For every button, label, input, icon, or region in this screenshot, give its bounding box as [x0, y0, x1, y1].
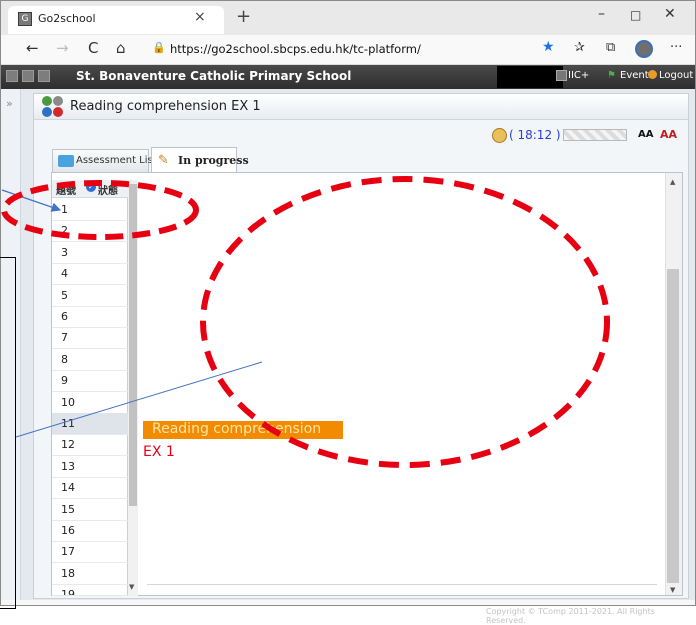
- scroll-down-icon[interactable]: ▼: [670, 586, 675, 594]
- pencil-icon: ✎: [158, 153, 169, 168]
- expand-icon[interactable]: »: [6, 97, 13, 110]
- logout-icon: [648, 70, 657, 79]
- question-row[interactable]: 9: [52, 370, 128, 393]
- forward-arrow-icon[interactable]: →: [56, 39, 69, 57]
- question-row[interactable]: 2: [52, 220, 128, 243]
- logo-icon: [6, 70, 18, 82]
- question-number: 4: [61, 267, 68, 281]
- page-title: Reading comprehension EX 1: [70, 99, 261, 114]
- question-list-scroll-thumb[interactable]: [129, 184, 137, 506]
- question-row[interactable]: 7: [52, 327, 128, 350]
- font-decrease-icon[interactable]: AA: [660, 128, 677, 141]
- folder-icon: [58, 155, 74, 167]
- question-row[interactable]: 19: [52, 584, 128, 596]
- collections-icon[interactable]: ⧉: [606, 40, 615, 55]
- question-number: 19: [61, 588, 75, 596]
- question-number: 13: [61, 459, 75, 473]
- timer: ( 18:12 ): [509, 128, 561, 142]
- question-row[interactable]: 16: [52, 520, 128, 542]
- maximize-button[interactable]: □: [630, 8, 641, 22]
- question-row[interactable]: 6: [52, 306, 128, 328]
- reload-icon[interactable]: C: [88, 39, 98, 57]
- question-row[interactable]: 14: [52, 477, 128, 500]
- content-area: [51, 172, 683, 596]
- question-row[interactable]: 10: [52, 392, 128, 414]
- clock-icon: [492, 128, 507, 143]
- tab-close-icon[interactable]: ×: [194, 9, 206, 25]
- exercise-label: EX 1: [143, 444, 175, 460]
- new-tab-button[interactable]: +: [236, 6, 251, 27]
- quiz-icon: [40, 95, 66, 119]
- address-bar[interactable]: https://go2school.sbcps.edu.hk/tc-platfo…: [170, 42, 421, 56]
- logout-link[interactable]: Logout: [659, 70, 693, 81]
- passage-banner-text: Reading comprehension: [152, 421, 322, 437]
- question-number: 12: [61, 438, 75, 452]
- browser-tab-title: Go2school: [38, 12, 96, 25]
- question-row[interactable]: 13: [52, 456, 128, 478]
- question-number: 1: [61, 203, 68, 216]
- redacted-user-block: [497, 66, 563, 88]
- question-number: 5: [61, 288, 68, 302]
- logo-icon: [38, 70, 50, 82]
- viewer-scroll-thumb[interactable]: [667, 269, 679, 583]
- event-link[interactable]: Event: [620, 70, 649, 81]
- favicon-icon: G: [18, 12, 32, 26]
- home-icon[interactable]: ⌂: [116, 39, 126, 57]
- annotation-box: [0, 257, 16, 609]
- question-number: 14: [61, 481, 75, 495]
- question-row[interactable]: 5: [52, 285, 128, 307]
- question-row[interactable]: 4: [52, 263, 128, 286]
- question-row[interactable]: 1: [52, 199, 128, 221]
- lock-icon[interactable]: 🔒: [152, 41, 166, 54]
- question-row[interactable]: 18: [52, 563, 128, 585]
- question-number: 11: [61, 417, 75, 430]
- question-number: 16: [61, 524, 75, 537]
- question-number: 15: [61, 502, 75, 516]
- favorites-icon[interactable]: ✰: [574, 40, 585, 55]
- progress-bar: [563, 129, 627, 141]
- avatar[interactable]: [635, 40, 653, 58]
- event-flag-icon: ⚑: [607, 70, 616, 81]
- close-window-button[interactable]: ✕: [664, 6, 676, 22]
- question-number: 7: [61, 331, 68, 345]
- star-icon[interactable]: ★: [542, 39, 555, 55]
- minimize-button[interactable]: –: [598, 6, 605, 22]
- question-number-header: 題號: [56, 186, 76, 197]
- tab-in-progress-label: In progress: [178, 154, 249, 167]
- question-row[interactable]: 15: [52, 499, 128, 521]
- logo-icon: [22, 70, 34, 82]
- back-arrow-icon[interactable]: ←: [26, 39, 39, 57]
- iic-icon: [556, 70, 567, 81]
- question-number: 18: [61, 566, 75, 580]
- question-number: 8: [61, 352, 68, 366]
- question-row[interactable]: 12: [52, 434, 128, 457]
- question-row[interactable]: 17: [52, 541, 128, 564]
- question-row[interactable]: 3: [52, 242, 128, 264]
- status-header: 狀態: [98, 186, 118, 197]
- question-number: 9: [61, 374, 68, 388]
- question-number: 6: [61, 310, 68, 323]
- question-number: 17: [61, 545, 75, 559]
- scroll-down-icon[interactable]: ▼: [129, 583, 134, 591]
- question-number: 3: [61, 245, 68, 259]
- divider: [147, 584, 657, 585]
- iic-link[interactable]: IIC+: [568, 70, 589, 81]
- question-row[interactable]: 11: [52, 413, 128, 435]
- copyright-footer: Copyright © TComp 2011-2021. All Rights …: [486, 607, 655, 625]
- check-icon: ✓: [86, 182, 96, 192]
- font-increase-icon[interactable]: AA: [638, 129, 653, 140]
- school-name: St. Bonaventure Catholic Primary School: [76, 69, 352, 83]
- question-number: 2: [61, 224, 68, 238]
- more-icon[interactable]: ···: [670, 40, 682, 55]
- question-number: 10: [61, 395, 75, 409]
- question-row[interactable]: 8: [52, 349, 128, 371]
- scroll-up-icon[interactable]: ▲: [670, 178, 675, 186]
- tab-assessment-list-label: Assessment List: [76, 155, 157, 166]
